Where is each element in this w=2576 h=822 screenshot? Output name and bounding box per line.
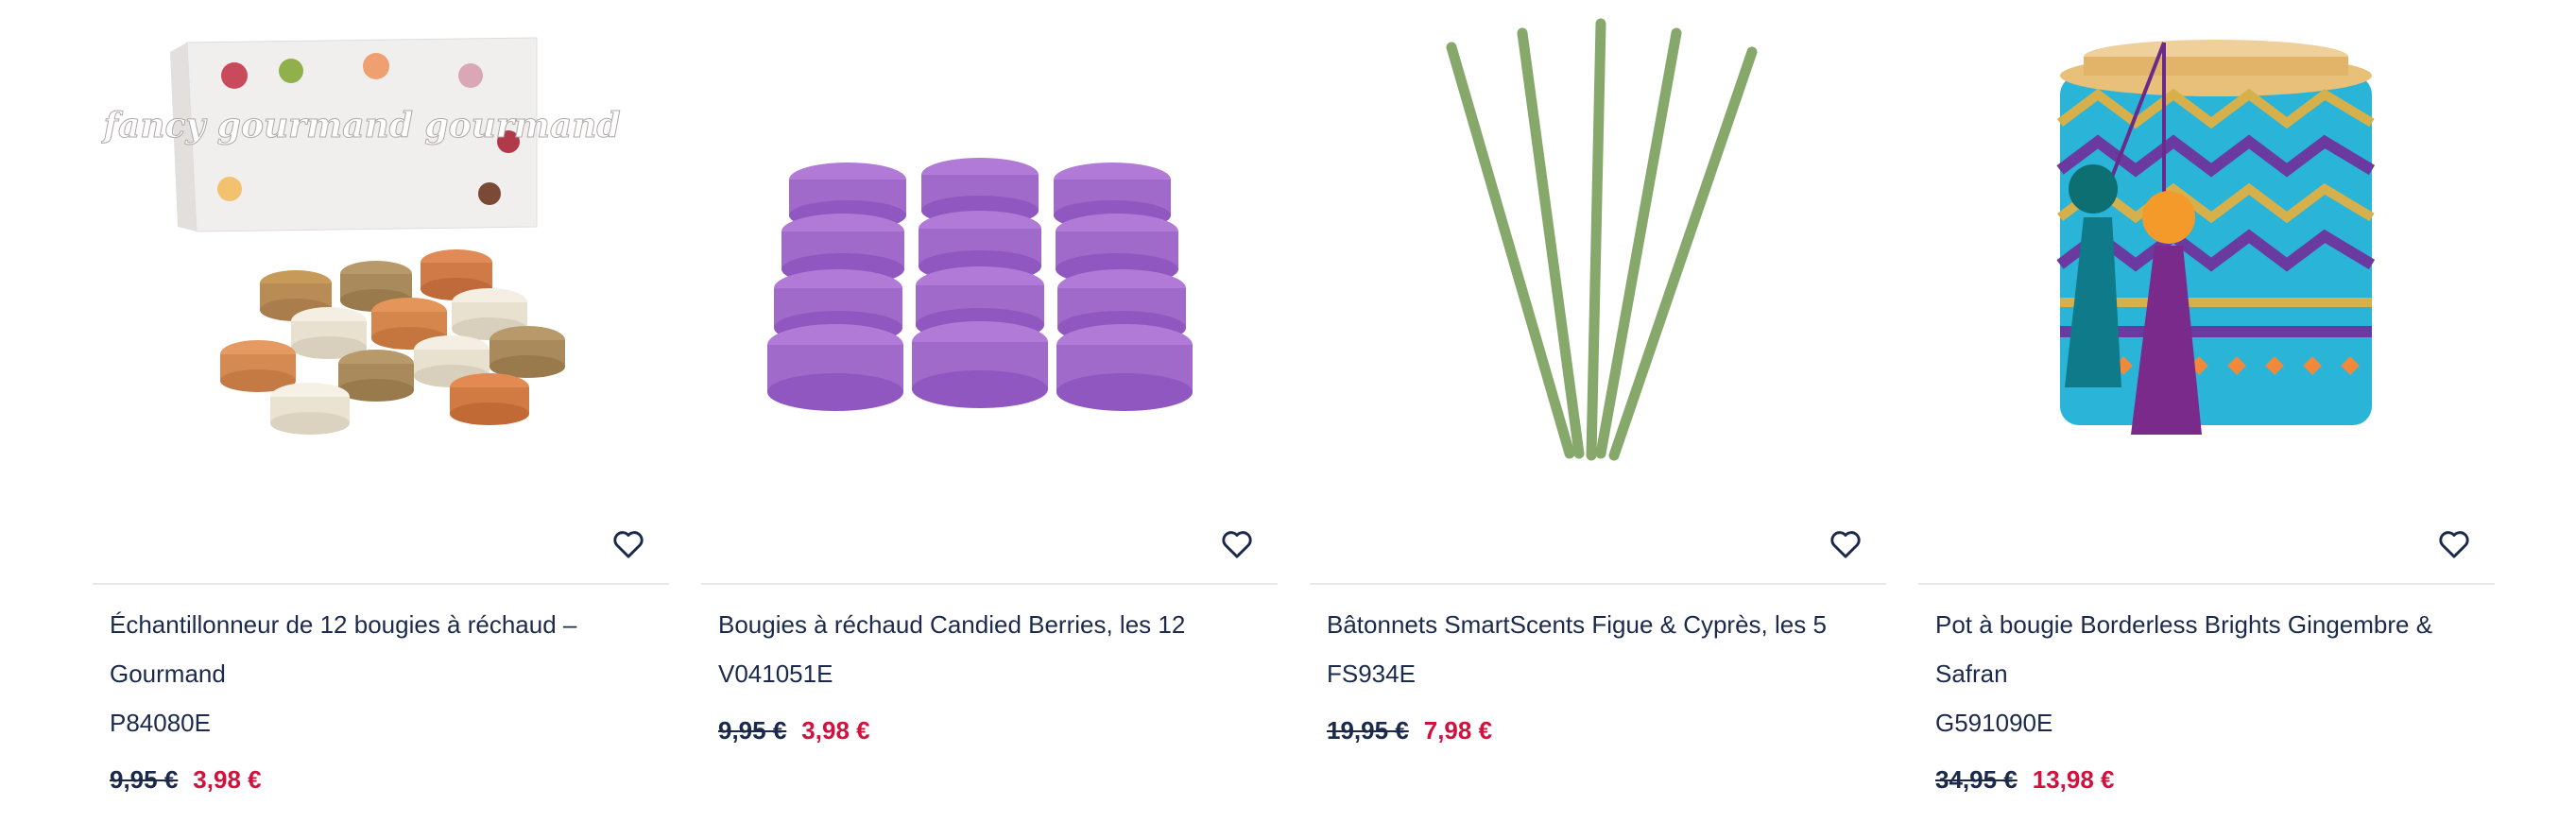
divider [1310,583,1886,585]
product-image[interactable]: fancy gourmand gourmand [93,0,669,510]
divider [93,583,669,585]
product-image[interactable] [1918,0,2495,510]
product-image-reed-sticks [1446,18,1758,461]
product-info: Pot à bougie Borderless Brights Gingembr… [1935,600,2478,804]
product-image[interactable] [1310,0,1886,510]
product-title[interactable]: Pot à bougie Borderless Brights Gingembr… [1935,600,2478,698]
product-image[interactable] [701,0,1278,510]
product-card[interactable]: fancy gourmand gourmand Échantillonneur … [93,0,669,822]
product-code: V041051E [718,659,833,688]
product-prices: 19,95 € 7,98 € [1327,706,1869,755]
product-code: G591090E [1935,709,2053,737]
product-prices: 9,95 € 3,98 € [718,706,1261,755]
old-price: 19,95 € [1327,716,1409,745]
divider [1918,583,2495,585]
product-image-macaron-tealights: fancy gourmand gourmand [100,37,621,435]
product-info: Bougies à réchaud Candied Berries, les 1… [718,600,1261,755]
favorite-button[interactable] [2434,524,2474,564]
product-grid: fancy gourmand gourmand Échantillonneur … [0,0,2576,822]
product-card[interactable]: Pot à bougie Borderless Brights Gingembr… [1918,0,2495,822]
product-title[interactable]: Échantillonneur de 12 bougies à réchaud … [110,600,652,698]
sale-price: 3,98 € [801,716,870,745]
favorite-button[interactable] [1217,524,1257,564]
sale-price: 3,98 € [193,765,262,794]
product-prices: 34,95 € 13,98 € [1935,755,2478,804]
heart-outline-icon [2439,531,2469,558]
product-info: Bâtonnets SmartScents Figue & Cyprès, le… [1327,600,1869,755]
product-prices: 9,95 € 3,98 € [110,755,652,804]
old-price: 9,95 € [718,716,787,745]
old-price: 34,95 € [1935,765,2018,794]
sale-price: 7,98 € [1423,716,1493,745]
svg-text:fancy gourmand gourmand: fancy gourmand gourmand [100,106,620,146]
product-code: P84080E [110,709,211,737]
product-title[interactable]: Bâtonnets SmartScents Figue & Cyprès, le… [1327,600,1869,649]
favorite-button[interactable] [1826,524,1865,564]
product-card[interactable]: Bougies à réchaud Candied Berries, les 1… [701,0,1278,822]
product-card[interactable]: Bâtonnets SmartScents Figue & Cyprès, le… [1310,0,1886,822]
old-price: 9,95 € [110,765,179,794]
product-info: Échantillonneur de 12 bougies à réchaud … [110,600,652,804]
divider [701,583,1278,585]
sale-price: 13,98 € [2032,765,2115,794]
product-image-purple-tealights [767,158,1193,411]
heart-outline-icon [613,531,644,558]
heart-outline-icon [1830,531,1861,558]
product-title[interactable]: Bougies à réchaud Candied Berries, les 1… [718,600,1261,649]
favorite-button[interactable] [609,524,648,564]
product-code: FS934E [1327,659,1416,688]
product-image-candle-pot [2056,40,2376,435]
heart-outline-icon [1222,531,1252,558]
